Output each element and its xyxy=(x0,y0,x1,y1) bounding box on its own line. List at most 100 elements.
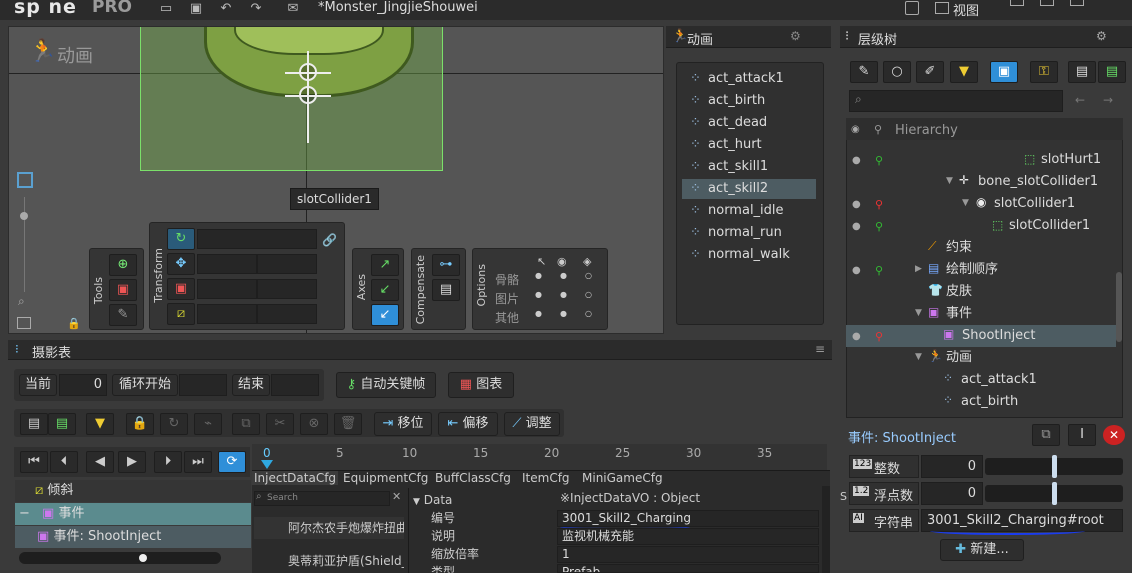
filter-icon[interactable]: ▼ xyxy=(950,61,978,83)
link-icon[interactable]: 🔗 xyxy=(322,233,337,247)
adjust-button[interactable]: ⟋ 调整 xyxy=(504,412,560,436)
settings-icon[interactable] xyxy=(905,1,919,15)
offset2-button[interactable]: ⇤ 偏移 xyxy=(438,412,498,436)
list-item[interactable]: 奥蒂莉亚护盾(Shield_E xyxy=(254,550,404,572)
type-select[interactable]: Prefab xyxy=(557,564,819,573)
trash-icon[interactable]: 🗑 xyxy=(334,413,362,435)
copy-keys-icon[interactable]: ▤ xyxy=(20,413,48,435)
last-frame-icon[interactable]: ⏭ xyxy=(184,451,212,473)
timeline-zoom-slider[interactable] xyxy=(19,552,221,564)
list-item[interactable]: ⁘ act_dead xyxy=(682,113,816,133)
pen-icon[interactable]: ✐ xyxy=(916,61,944,83)
rename-icon[interactable]: I xyxy=(1068,424,1096,446)
play-icon[interactable]: ▶ xyxy=(118,451,146,473)
lock-keys-icon[interactable]: 🔒 xyxy=(126,413,154,435)
shear-y-field[interactable] xyxy=(257,304,317,324)
key-icon[interactable]: ⚿ xyxy=(1030,61,1058,83)
copy-icon[interactable]: ⧉ xyxy=(1032,424,1060,446)
playhead[interactable] xyxy=(261,460,273,469)
inject-search-input[interactable]: Search xyxy=(254,491,390,506)
list-item[interactable]: ⁘ normal_idle xyxy=(682,201,816,221)
timeline-row[interactable]: ⧄ 倾斜 xyxy=(15,480,251,502)
clear-icon[interactable]: ⊗ xyxy=(300,413,328,435)
local-axes-icon[interactable]: ↗ xyxy=(371,254,399,276)
current-frame-input[interactable]: 0 xyxy=(59,374,107,396)
list-item[interactable]: ⁘ act_skill1 xyxy=(682,157,816,177)
view-menu[interactable]: 视图 xyxy=(953,0,979,19)
list-item[interactable]: ⁘ act_attack1 xyxy=(682,69,816,89)
hierarchy-scrollbar[interactable] xyxy=(1116,272,1122,342)
pose-tool-icon[interactable]: ⊕ xyxy=(109,254,137,276)
prev-arrow-icon[interactable]: ← xyxy=(1075,93,1085,107)
list-item[interactable]: ⁘ normal_walk xyxy=(682,245,816,265)
maximize-icon[interactable] xyxy=(1040,0,1054,6)
offset-button[interactable]: ⇥ 移位 xyxy=(374,412,432,436)
open-folder-icon[interactable]: ▭ xyxy=(158,1,174,16)
zoom-thumb[interactable] xyxy=(20,212,28,220)
auto-key-button[interactable]: ⚷ 自动关键帧 xyxy=(336,372,436,398)
minimize-icon[interactable] xyxy=(1010,0,1024,6)
play-backward-icon[interactable]: ◀ xyxy=(86,451,114,473)
list-item-selected[interactable]: ⁘ act_skill2 xyxy=(682,179,816,199)
save-icon[interactable]: ▣ xyxy=(188,1,204,16)
first-frame-icon[interactable]: ⏮ xyxy=(20,451,48,473)
world-axes-icon[interactable]: ↙ xyxy=(371,304,399,326)
next-arrow-icon[interactable]: → xyxy=(1103,93,1113,107)
tree-row[interactable]: ⁘ act_birth xyxy=(846,391,1123,413)
float-value-input[interactable]: 0 xyxy=(921,482,983,505)
loop-start-label[interactable]: 循环开始 xyxy=(112,374,178,396)
tab-equipment[interactable]: EquipmentCfg xyxy=(343,471,428,485)
scale-tool-icon[interactable]: ▣ xyxy=(167,278,195,300)
list-item[interactable]: 阿尔杰农手炮爆炸扭曲 xyxy=(254,517,404,539)
brush-icon[interactable]: ✎ xyxy=(850,61,878,83)
translate-x-field[interactable] xyxy=(197,254,257,274)
view-icon[interactable] xyxy=(935,2,949,14)
lock-icon[interactable]: 🔒 xyxy=(67,317,81,330)
panel-options-icon[interactable]: ⚙ xyxy=(790,29,801,43)
float-slider[interactable] xyxy=(985,482,1123,505)
clear-search-icon[interactable]: ✕ xyxy=(392,490,401,503)
option-toggles[interactable]: ●●○ xyxy=(535,309,610,318)
inject-scrollbar[interactable] xyxy=(822,486,830,573)
list-item[interactable]: ⁘ act_birth xyxy=(682,91,816,111)
end-frame-input[interactable] xyxy=(271,374,319,396)
tab-inject[interactable]: InjectDataCfg xyxy=(252,471,339,485)
prev-frame-icon[interactable]: ⏴ xyxy=(50,451,78,473)
paste-keys-icon[interactable]: ▤ xyxy=(48,413,76,435)
list-item[interactable]: ⁘ normal_run xyxy=(682,223,816,243)
undo-icon[interactable]: ↶ xyxy=(218,1,234,16)
close-window-icon[interactable] xyxy=(1070,0,1084,6)
translate-tool-icon[interactable]: ✥ xyxy=(167,253,195,275)
fullscreen-icon[interactable] xyxy=(17,317,31,329)
end-label[interactable]: 结束 xyxy=(232,374,270,396)
collapse-icon[interactable]: ▤ xyxy=(1068,61,1096,83)
panel-menu-icon[interactable]: ≡ xyxy=(815,342,825,356)
cut-icon[interactable]: ✂ xyxy=(266,413,294,435)
timeline-row[interactable]: − ▣ 事件 xyxy=(15,503,251,525)
redo-icon[interactable]: ↷ xyxy=(248,1,264,16)
scale-y-field[interactable] xyxy=(257,279,317,299)
graph-button[interactable]: ▦ 图表 xyxy=(448,372,514,398)
description-input[interactable]: 监视机械充能 xyxy=(557,528,819,545)
curve-icon[interactable]: ⌁ xyxy=(194,413,222,435)
mail-icon[interactable]: ✉ xyxy=(285,1,301,16)
weights-tool-icon[interactable]: ▣ xyxy=(109,279,137,301)
tree-row-selected[interactable]: ● ⚲ ▣ ShootInject xyxy=(846,325,1116,347)
tab-minigame[interactable]: MiniGameCfg xyxy=(582,471,663,485)
zoom-icon[interactable]: ⌕ xyxy=(18,294,25,309)
circle-icon[interactable]: ○ xyxy=(883,61,911,83)
option-toggles[interactable]: ●●○ xyxy=(535,290,610,299)
duplicate-icon[interactable]: ⧉ xyxy=(232,413,260,435)
create-tool-icon[interactable]: ✎ xyxy=(109,304,137,326)
focus-icon[interactable]: ▣ xyxy=(990,61,1018,83)
parent-axes-icon[interactable]: ↙ xyxy=(371,279,399,301)
expand-icon[interactable]: ▤ xyxy=(1098,61,1126,83)
new-event-button[interactable]: ✚ 新建... xyxy=(940,539,1024,561)
timeline-row-selected[interactable]: ▣ 事件: ShootInject xyxy=(15,526,251,548)
scale-x-field[interactable] xyxy=(197,279,257,299)
next-frame-icon[interactable]: ⏵ xyxy=(154,451,182,473)
zoom-fit-icon[interactable] xyxy=(17,172,33,188)
option-toggles[interactable]: ●●○ xyxy=(535,271,610,280)
rotate-field[interactable] xyxy=(197,229,317,249)
list-item[interactable]: ⁘ act_hurt xyxy=(682,135,816,155)
